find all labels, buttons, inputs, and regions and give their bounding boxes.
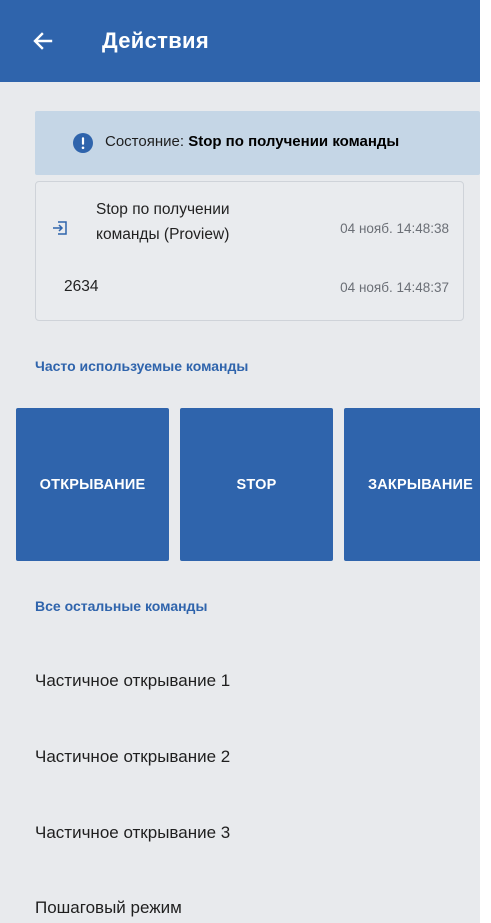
screen-edge	[480, 0, 491, 923]
status-banner: Состояние: Stop по получении команды	[35, 111, 480, 175]
log-entry-time: 04 нояб. 14:48:37	[340, 280, 449, 295]
log-entry-text: Stop по получении команды (Proview)	[96, 201, 230, 243]
status-value: Stop по получении команды	[188, 133, 400, 150]
other-commands-section-title: Все остальные команды	[35, 598, 208, 614]
command-list-item[interactable]: Частичное открывание 1	[35, 671, 230, 691]
status-label: Состояние:	[105, 133, 185, 150]
favorites-section-title: Часто используемые команды	[35, 358, 249, 374]
sign-in-icon	[53, 221, 67, 235]
command-list-item[interactable]: Частичное открывание 3	[35, 823, 230, 843]
log-entry-time: 04 нояб. 14:48:38	[340, 221, 449, 236]
page-title: Действия	[102, 28, 209, 53]
open-command-button[interactable]: ОТКРЫВАНИЕ	[16, 408, 169, 561]
command-label: STOP	[236, 476, 277, 493]
event-log-card: Stop по получении команды (Proview) 04 н…	[35, 181, 464, 321]
info-icon	[73, 133, 93, 153]
command-list-item[interactable]: Частичное открывание 2	[35, 747, 230, 767]
log-entry-text: 2634	[64, 278, 99, 295]
app-bar: Действия	[0, 0, 491, 82]
command-list-item[interactable]: Пошаговый режим	[35, 898, 182, 918]
back-button[interactable]	[30, 28, 56, 54]
app-screen: Действия Состояние: Stop по получении ко…	[0, 0, 491, 923]
stop-command-button[interactable]: STOP	[180, 408, 333, 561]
command-label: ОТКРЫВАНИЕ	[39, 476, 146, 493]
status-text: Состояние: Stop по получении команды	[105, 133, 399, 150]
arrow-left-icon	[33, 32, 53, 50]
close-command-button[interactable]: ЗАКРЫВАНИЕ	[344, 408, 491, 561]
command-label: ЗАКРЫВАНИЕ	[367, 476, 474, 493]
